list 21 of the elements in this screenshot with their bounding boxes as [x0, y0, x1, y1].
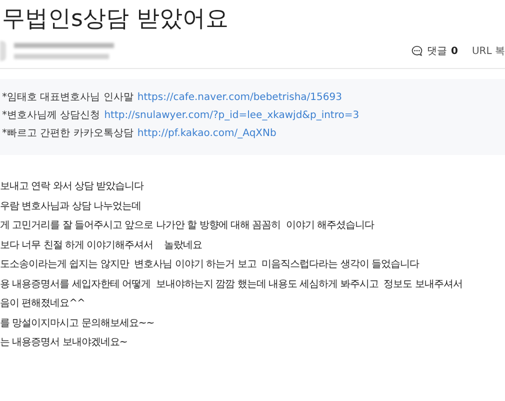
- url-copy-link[interactable]: URL 복: [472, 44, 505, 58]
- info-link[interactable]: http://pf.kakao.com/_AqXNb: [137, 128, 276, 139]
- info-label: *임태호 대표변호사님 인사말: [2, 92, 134, 103]
- info-label: *변호사님께 상담신청: [2, 110, 100, 121]
- body-text-line: 음이 편해졌네요^^: [0, 297, 86, 311]
- body-text-line: 는 내용증명서 보내야겠네요~: [0, 336, 128, 350]
- body-text-line: 용 내용증명서를 세입자한테 어떻게 보내야하는지 깜깜 했는데 내용도 세심하게 봐주시고 정보도 보내주셔서: [0, 278, 464, 292]
- comment-icon[interactable]: [411, 45, 423, 57]
- body-text-line: 우람 변호사님과 상담 나누었는데: [0, 200, 142, 214]
- body-text-line: 를 망설이지마시고 문의해보세요~~: [0, 316, 156, 330]
- body-text-line: 보내고 연락 와서 상담 받았습니다: [0, 180, 145, 194]
- body-text-line: 게 고민거리를 잘 들어주시고 앞으로 나가안 할 방향에 대해 꼼꼼히 이야기 해주셨습니다: [0, 219, 376, 233]
- info-link[interactable]: http://snulawyer.com/?p_id=lee_xkawjd&p_intro=3: [104, 110, 360, 121]
- body-text-line: 보다 너무 친절 하게 이야기해주셔서 놀랐네요: [0, 238, 203, 252]
- blurred-avatar: [0, 41, 6, 61]
- info-label: *빠르고 간편한 카카오톡상담: [2, 128, 134, 139]
- comment-count: 0: [451, 46, 458, 56]
- comment-label[interactable]: 댓글: [427, 44, 447, 58]
- post-title: 무법인s상담 받았어요: [1, 5, 230, 34]
- info-link[interactable]: https://cafe.naver.com/bebetrisha/15693: [137, 92, 342, 103]
- body-text-line: 도소송이라는게 쉽지는 않지만 변호사님 이야기 하는거 보고 미음직스럽다라는 생각이 들었습니다: [0, 258, 420, 272]
